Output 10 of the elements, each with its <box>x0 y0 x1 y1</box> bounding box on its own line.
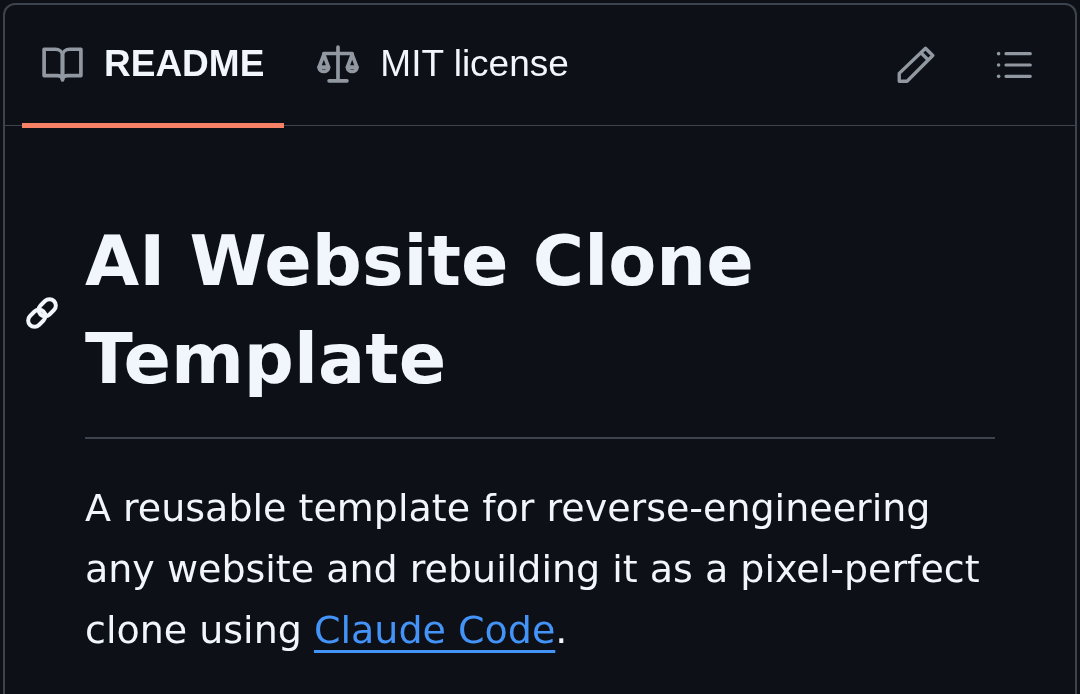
pencil-icon[interactable] <box>897 46 935 84</box>
tab[interactable]: README <box>22 5 285 128</box>
scales-icon <box>317 45 360 83</box>
list-icon[interactable] <box>996 50 1032 80</box>
description-text: A reusable template for reverse-engineering any website and rebuilding it as a pixel-perfect clone using Claude Code. <box>85 484 981 654</box>
book-icon <box>42 46 83 82</box>
readme-title: AI Website Clone Template <box>85 219 755 402</box>
claude-code-link[interactable]: Claude Code <box>313 607 556 652</box>
link-icon[interactable] <box>24 295 60 331</box>
tab[interactable]: MIT license <box>297 5 589 128</box>
